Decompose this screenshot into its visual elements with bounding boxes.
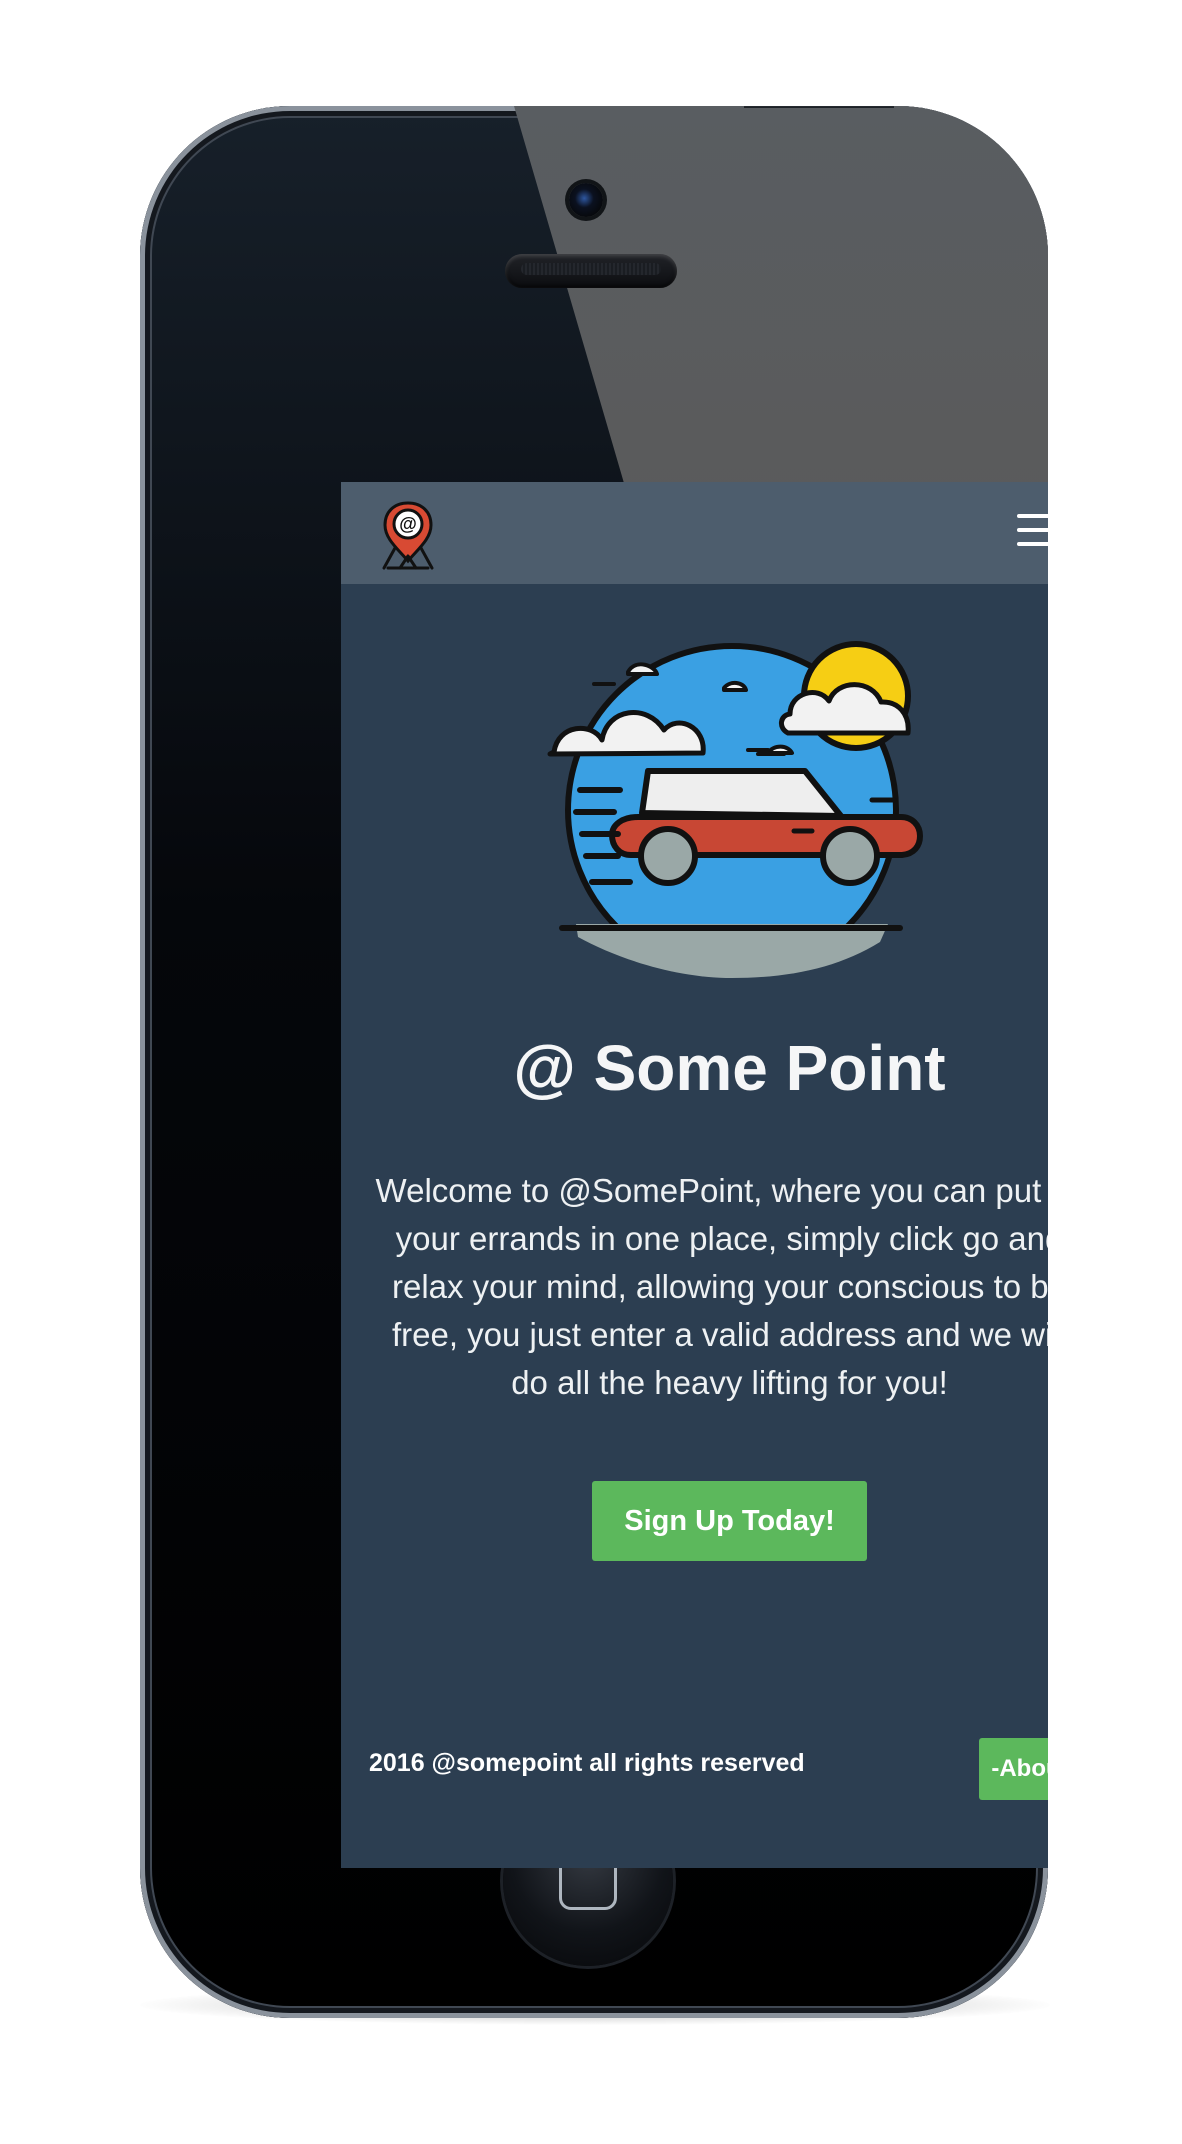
welcome-description: Welcome to @SomePoint, where you can put… bbox=[375, 1172, 1048, 1401]
footer: 2016 @somepoint all rights reserved -Abo… bbox=[341, 1738, 1048, 1828]
power-button bbox=[744, 106, 894, 108]
map-pin-at-icon[interactable]: @ bbox=[380, 500, 436, 570]
top-navbar: @ bbox=[341, 482, 1048, 584]
car-in-globe-illustration bbox=[547, 641, 923, 978]
copyright-text: 2016 @somepoint all rights reserved bbox=[369, 1749, 805, 1777]
svg-text:@: @ bbox=[399, 514, 417, 534]
phone-frame: @ @ Some Point Welcome to @SomePoint, wh… bbox=[140, 106, 1048, 2018]
speaker-grille bbox=[505, 254, 677, 288]
about-button[interactable]: -About- bbox=[979, 1738, 1048, 1800]
signup-button[interactable]: Sign Up Today! bbox=[592, 1481, 867, 1561]
hamburger-menu-icon[interactable] bbox=[1015, 510, 1048, 554]
front-camera-icon bbox=[569, 183, 603, 217]
page-title: @ Some Point bbox=[513, 1032, 946, 1104]
app-screen: @ @ Some Point Welcome to @SomePoint, wh… bbox=[341, 482, 1048, 1868]
device-mockup-stage: @ @ Some Point Welcome to @SomePoint, wh… bbox=[0, 0, 1182, 2144]
